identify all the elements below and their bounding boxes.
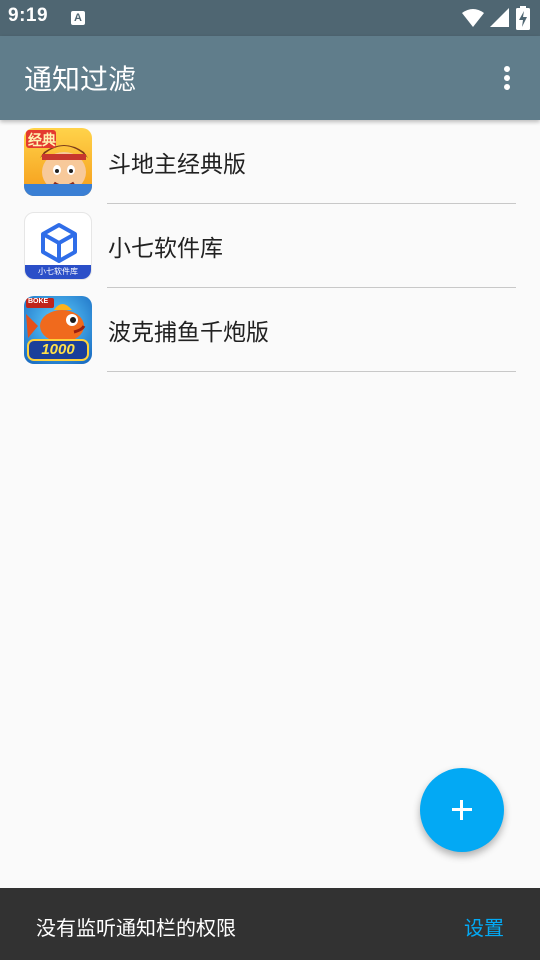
notification-icon: A xyxy=(71,11,85,25)
list-item[interactable]: BOKE 1000 波克捕鱼千炮版 xyxy=(0,288,540,372)
screen: 9:19 A 通知过滤 经典 斗地主经典版 小七软件库 小七软件库 BOKE 1… xyxy=(0,0,540,960)
battery-charging-icon xyxy=(516,6,530,34)
cell-signal-icon xyxy=(490,8,510,32)
snackbar: 没有监听通知栏的权限 设置 xyxy=(0,888,540,960)
list-item[interactable]: 经典 斗地主经典版 xyxy=(0,120,540,204)
wifi-icon xyxy=(462,8,484,32)
page-title: 通知过滤 xyxy=(24,63,137,96)
snackbar-message: 没有监听通知栏的权限 xyxy=(36,916,236,940)
xiaoqi-icon-text: 小七软件库 xyxy=(38,267,78,276)
buyu-app-icon: BOKE 1000 xyxy=(24,296,92,364)
app-label: 波克捕鱼千炮版 xyxy=(108,320,269,346)
buyu-icon-badge: BOKE xyxy=(28,298,49,305)
status-time: 9:19 xyxy=(8,5,49,26)
status-bar: 9:19 A xyxy=(0,0,540,36)
app-label: 斗地主经典版 xyxy=(108,152,246,178)
list-item[interactable]: 小七软件库 小七软件库 xyxy=(0,204,540,288)
app-list: 经典 斗地主经典版 小七软件库 小七软件库 BOKE 1000 波克捕鱼千炮版 xyxy=(0,120,540,372)
xiaoqi-app-icon: 小七软件库 xyxy=(24,212,92,280)
more-options-button[interactable] xyxy=(487,58,527,98)
doudizhu-icon-text: 经典 xyxy=(28,133,56,149)
doudizhu-app-icon: 经典 xyxy=(24,128,92,196)
buyu-icon-text: 1000 xyxy=(41,341,75,358)
app-label: 小七软件库 xyxy=(108,236,223,262)
settings-action-button[interactable]: 设置 xyxy=(464,912,504,941)
add-button[interactable] xyxy=(420,768,504,852)
app-bar: 通知过滤 xyxy=(0,36,540,120)
divider xyxy=(107,371,516,372)
